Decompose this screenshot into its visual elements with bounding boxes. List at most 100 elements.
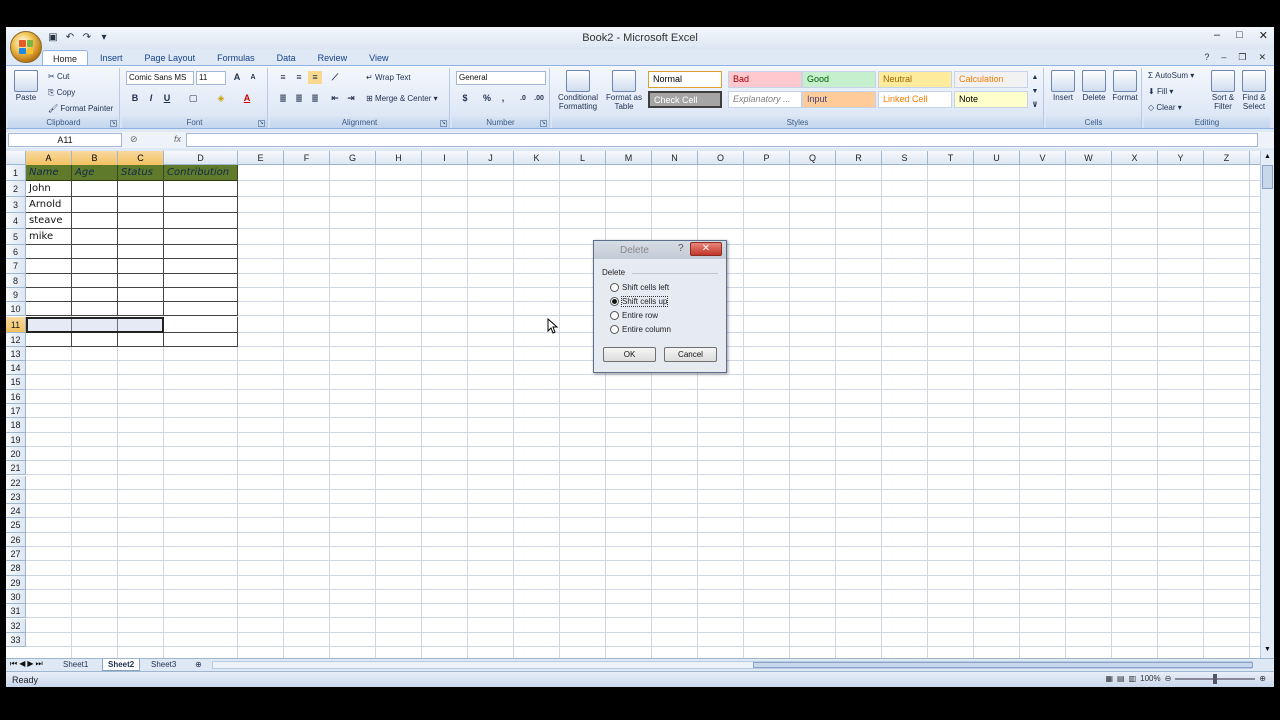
column-header-t[interactable]: T bbox=[928, 151, 974, 165]
column-header-l[interactable]: L bbox=[560, 151, 606, 165]
align-top-icon[interactable]: ≡ bbox=[276, 71, 290, 84]
row-header-14[interactable]: 14 bbox=[6, 361, 26, 376]
row-header-6[interactable]: 6 bbox=[6, 245, 26, 260]
name-cell[interactable]: John bbox=[26, 181, 72, 197]
name-box[interactable]: A11 bbox=[8, 133, 122, 147]
cancel-entry-icon[interactable]: ⊘ bbox=[130, 134, 138, 145]
comma-button[interactable]: , bbox=[496, 92, 510, 105]
name-cell[interactable]: Arnold bbox=[26, 197, 72, 213]
row-header-24[interactable]: 24 bbox=[6, 504, 26, 519]
grow-font-icon[interactable]: A bbox=[230, 71, 244, 84]
table-cell[interactable] bbox=[72, 332, 118, 347]
row-header-30[interactable]: 30 bbox=[6, 589, 26, 605]
column-header-d[interactable]: D bbox=[164, 151, 238, 165]
wrap-text-button[interactable]: ↵ Wrap Text bbox=[366, 73, 411, 82]
insert-cells-button[interactable]: Insert bbox=[1048, 70, 1078, 102]
bold-button[interactable]: B bbox=[128, 92, 142, 105]
row-header-16[interactable]: 16 bbox=[6, 389, 26, 404]
horizontal-scroll-thumb[interactable] bbox=[753, 662, 1253, 668]
clipboard-launcher-icon[interactable]: ↘ bbox=[110, 120, 117, 127]
borders-icon[interactable]: ▢ bbox=[186, 92, 200, 105]
page-break-view-icon[interactable]: ▥ bbox=[1129, 674, 1137, 683]
ok-button[interactable]: OK bbox=[603, 347, 656, 362]
column-header-h[interactable]: H bbox=[376, 151, 422, 165]
table-cell[interactable] bbox=[118, 213, 164, 229]
table-cell[interactable] bbox=[164, 229, 238, 245]
wb-minimize-icon[interactable]: ‒ bbox=[1221, 52, 1226, 63]
decrease-indent-icon[interactable]: ⇤ bbox=[328, 92, 342, 105]
table-cell[interactable] bbox=[72, 229, 118, 245]
cell-style-calculation[interactable]: Calculation bbox=[954, 71, 1028, 88]
cell-style-bad[interactable]: Bad bbox=[728, 71, 802, 88]
table-cell[interactable] bbox=[164, 316, 238, 333]
row-header-4[interactable]: 4 bbox=[6, 213, 26, 229]
table-cell[interactable] bbox=[26, 332, 72, 347]
cell-style-check-cell[interactable]: Check Cell bbox=[648, 91, 722, 108]
font-color-icon[interactable]: A bbox=[240, 92, 254, 105]
delete-option-entire-column[interactable]: Entire column bbox=[610, 325, 671, 334]
delete-option-shift-cells-left[interactable]: Shift cells left bbox=[610, 283, 669, 292]
radio-button[interactable] bbox=[610, 297, 619, 306]
row-header-10[interactable]: 10 bbox=[6, 302, 26, 317]
tab-data[interactable]: Data bbox=[267, 50, 306, 66]
row-header-28[interactable]: 28 bbox=[6, 561, 26, 576]
column-header-n[interactable]: N bbox=[652, 151, 698, 165]
row-header-22[interactable]: 22 bbox=[6, 475, 26, 490]
table-cell[interactable] bbox=[118, 273, 164, 288]
table-cell[interactable] bbox=[164, 302, 238, 317]
column-header-j[interactable]: J bbox=[468, 151, 514, 165]
table-cell[interactable] bbox=[118, 197, 164, 213]
row-header-15[interactable]: 15 bbox=[6, 375, 26, 390]
row-header-20[interactable]: 20 bbox=[6, 446, 26, 462]
cell-style-note[interactable]: Note bbox=[954, 91, 1028, 108]
vertical-scrollbar[interactable]: ▲ ▼ bbox=[1260, 151, 1274, 658]
table-cell[interactable] bbox=[26, 287, 72, 303]
row-header-5[interactable]: 5 bbox=[6, 229, 26, 245]
conditional-formatting-button[interactable]: Conditional Formatting bbox=[556, 70, 600, 111]
column-header-r[interactable]: R bbox=[836, 151, 882, 165]
minimize-icon[interactable]: ‒ bbox=[1214, 29, 1220, 42]
vertical-scroll-thumb[interactable] bbox=[1262, 165, 1273, 189]
table-cell[interactable] bbox=[26, 302, 72, 317]
row-header-3[interactable]: 3 bbox=[6, 197, 26, 213]
column-header-w[interactable]: W bbox=[1066, 151, 1112, 165]
normal-view-icon[interactable]: ▦ bbox=[1105, 674, 1113, 683]
office-button[interactable] bbox=[10, 31, 42, 63]
increase-indent-icon[interactable]: ⇥ bbox=[344, 92, 358, 105]
table-cell[interactable] bbox=[164, 259, 238, 274]
delete-cells-button[interactable]: Delete bbox=[1079, 70, 1109, 102]
cell-style-neutral[interactable]: Neutral bbox=[878, 71, 952, 88]
percent-button[interactable]: % bbox=[480, 92, 494, 105]
row-header-1[interactable]: 1 bbox=[6, 165, 26, 181]
table-cell[interactable] bbox=[118, 287, 164, 303]
table-cell[interactable] bbox=[72, 302, 118, 317]
table-cell[interactable] bbox=[118, 229, 164, 245]
autosum-button[interactable]: Σ AutoSum ▾ bbox=[1148, 71, 1194, 80]
zoom-in-icon[interactable]: ⊕ bbox=[1259, 674, 1266, 683]
row-header-13[interactable]: 13 bbox=[6, 346, 26, 362]
insert-function-icon[interactable]: fx bbox=[174, 134, 181, 144]
table-cell[interactable] bbox=[164, 332, 238, 347]
table-cell[interactable] bbox=[72, 213, 118, 229]
row-header-23[interactable]: 23 bbox=[6, 489, 26, 505]
cell-style-input[interactable]: Input bbox=[802, 91, 876, 108]
row-header-17[interactable]: 17 bbox=[6, 404, 26, 419]
font-launcher-icon[interactable]: ↘ bbox=[258, 120, 265, 127]
column-header-m[interactable]: M bbox=[606, 151, 652, 165]
cell-style-good[interactable]: Good bbox=[802, 71, 876, 88]
name-cell[interactable]: steave bbox=[26, 213, 72, 229]
tab-home[interactable]: Home bbox=[42, 50, 89, 66]
cell-style-explanatory[interactable]: Explanatory ... bbox=[728, 91, 802, 108]
row-header-7[interactable]: 7 bbox=[6, 259, 26, 274]
cell-style-linked-cell[interactable]: Linked Cell bbox=[878, 91, 952, 108]
row-header-32[interactable]: 32 bbox=[6, 618, 26, 633]
delete-option-entire-row[interactable]: Entire row bbox=[610, 311, 658, 320]
format-cells-button[interactable]: Format bbox=[1110, 70, 1140, 102]
close-icon[interactable]: ✕ bbox=[1259, 29, 1268, 42]
table-cell[interactable] bbox=[164, 213, 238, 229]
header-cell[interactable]: Name bbox=[26, 165, 72, 181]
row-header-21[interactable]: 21 bbox=[6, 461, 26, 476]
align-left-icon[interactable]: ≣ bbox=[276, 92, 290, 105]
column-header-g[interactable]: G bbox=[330, 151, 376, 165]
dialog-help-icon[interactable]: ? bbox=[678, 243, 684, 254]
